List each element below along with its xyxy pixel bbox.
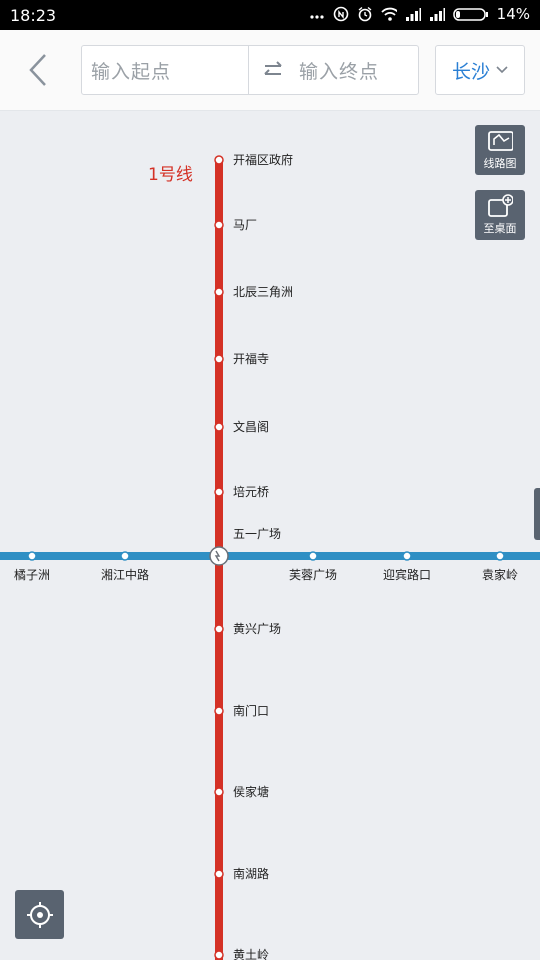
line1-station-dot[interactable] — [214, 287, 224, 297]
line1-station-label[interactable]: 南湖路 — [233, 866, 269, 881]
route-map-button[interactable]: 线路图 — [475, 125, 525, 175]
add-to-desktop-icon — [487, 194, 513, 217]
line2-station-label[interactable]: 湘江中路 — [101, 567, 149, 582]
line1-station-label[interactable]: 开福寺 — [233, 351, 269, 366]
line2-station-label[interactable]: 袁家岭 — [482, 567, 518, 582]
line1-station-label[interactable]: 马厂 — [233, 218, 257, 232]
line1-station-dot[interactable] — [214, 706, 224, 716]
line2-station-dot[interactable] — [27, 551, 37, 561]
line2-station-label[interactable]: 橘子洲 — [14, 567, 50, 582]
line1-station-label[interactable]: 五一广场 — [233, 527, 281, 541]
locate-button[interactable] — [15, 890, 64, 939]
line2-station-dot[interactable] — [308, 551, 318, 561]
route-map-icon — [487, 130, 513, 152]
line1-station-label[interactable]: 南门口 — [233, 703, 269, 718]
to-desktop-label: 至桌面 — [483, 222, 517, 235]
to-desktop-button[interactable]: 至桌面 — [475, 190, 525, 240]
locate-icon — [26, 901, 53, 928]
line1-station-label[interactable]: 培元桥 — [233, 484, 269, 499]
line1-station-dot[interactable] — [214, 624, 224, 634]
line2-station-label[interactable]: 迎宾路口 — [383, 567, 431, 582]
line1-station-label[interactable]: 北辰三角洲 — [233, 285, 293, 299]
line1-station-dot[interactable] — [214, 869, 224, 879]
line1-station-label[interactable]: 黄土岭 — [233, 948, 269, 960]
line2-station-dot[interactable] — [495, 551, 505, 561]
line1-station-label[interactable]: 开福区政府 — [233, 152, 293, 167]
line1-station-label[interactable]: 侯家塘 — [233, 784, 269, 799]
line1-station-dot[interactable] — [214, 354, 224, 364]
transfer-station-marker[interactable] — [209, 546, 229, 566]
line1-station-dot[interactable] — [214, 422, 224, 432]
route-map-label: 线路图 — [483, 157, 517, 170]
metro-map[interactable]: 1号线 开福区政府马厂北辰三角洲开福寺文昌阁培元桥五一广场黄兴广场南门口侯家塘南… — [0, 0, 540, 960]
line1-name: 1号线 — [148, 165, 193, 185]
line1-station-dot[interactable] — [214, 787, 224, 797]
line2-station-dot[interactable] — [402, 551, 412, 561]
line1-station-dot[interactable] — [214, 220, 224, 230]
line2-station-dot[interactable] — [120, 551, 130, 561]
line1-station-dot[interactable] — [214, 155, 224, 165]
line1-station-dot[interactable] — [214, 950, 224, 960]
line2-track — [0, 552, 540, 560]
side-drawer-handle[interactable] — [534, 488, 540, 540]
line1-station-label[interactable]: 文昌阁 — [233, 419, 269, 434]
line2-station-label[interactable]: 芙蓉广场 — [289, 568, 337, 582]
line1-station-dot[interactable] — [214, 487, 224, 497]
line1-station-label[interactable]: 黄兴广场 — [233, 622, 281, 636]
